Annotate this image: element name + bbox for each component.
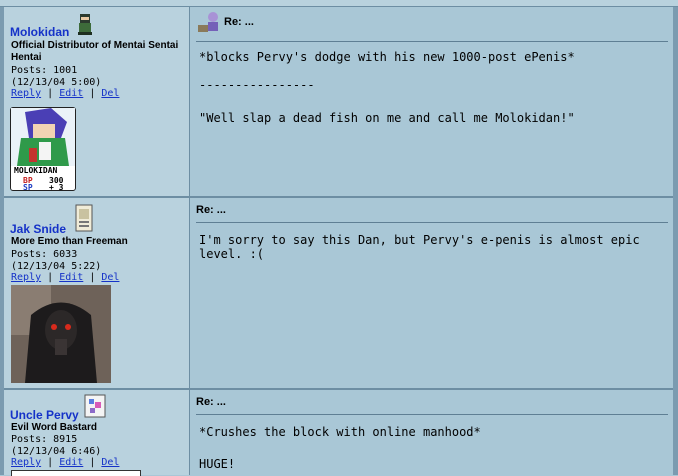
subject-divider bbox=[196, 414, 668, 415]
post-actions: Reply | Edit | Del bbox=[11, 88, 119, 99]
post-content: Re: ... *blocks Pervy's dodge with his n… bbox=[190, 7, 673, 196]
reply-link[interactable]: Reply bbox=[11, 272, 41, 283]
post-content: Re: ... *Crushes the block with online m… bbox=[190, 390, 673, 475]
user-title: More Emo than Freeman bbox=[11, 236, 128, 247]
subject-divider bbox=[196, 222, 668, 223]
avatar: MOLOKIDAN BP 300 SP + 3 bbox=[10, 107, 76, 192]
user-title: Official Distributor of Mentai Sentai He… bbox=[11, 40, 179, 63]
edit-link[interactable]: Edit bbox=[59, 272, 83, 283]
post-count: Posts: 8915 bbox=[11, 434, 78, 445]
action-separator: | bbox=[47, 457, 54, 468]
thread-top-rule bbox=[0, 0, 678, 7]
rank-ninja-icon bbox=[78, 14, 92, 35]
post-subject: Re: ... bbox=[224, 16, 254, 28]
user-title: Evil Word Bastard bbox=[11, 422, 97, 433]
action-separator: | bbox=[89, 272, 96, 283]
avatar-masked-figure-image bbox=[11, 285, 111, 383]
post-body-line: "Well slap a dead fish on me and call me… bbox=[199, 111, 575, 125]
username-link[interactable]: Jak Snide bbox=[10, 222, 66, 236]
post-body-line: I'm sorry to say this Dan, but Pervy's e… bbox=[199, 233, 647, 261]
reply-link[interactable]: Reply bbox=[11, 457, 41, 468]
card-sp-value: + 3 bbox=[49, 183, 64, 192]
delete-link[interactable]: Del bbox=[101, 272, 119, 283]
reply-link[interactable]: Reply bbox=[11, 88, 41, 99]
post-body-line: *blocks Pervy's dodge with his new 1000-… bbox=[199, 50, 575, 64]
forum-thread: Molokidan Official Distributor of Mentai… bbox=[0, 0, 678, 476]
post-count: Posts: 1001 bbox=[11, 65, 78, 76]
post-row: Molokidan Official Distributor of Mentai… bbox=[4, 7, 673, 196]
post-actions: Reply | Edit | Del bbox=[11, 272, 119, 283]
avatar bbox=[11, 285, 111, 383]
post-body-line: ---------------- bbox=[199, 78, 315, 92]
post-row: Jak Snide More Emo than Freeman Posts: 6… bbox=[4, 198, 673, 388]
subject-divider bbox=[196, 41, 668, 42]
post-row: Uncle Pervy Evil Word Bastard Posts: 891… bbox=[4, 390, 673, 476]
post-author-panel: Molokidan Official Distributor of Mentai… bbox=[4, 7, 190, 196]
post-author-panel: Jak Snide More Emo than Freeman Posts: 6… bbox=[4, 198, 190, 388]
avatar-character-image bbox=[11, 108, 75, 166]
rank-document-icon bbox=[84, 394, 106, 418]
post-subject: Re: ... bbox=[196, 396, 226, 408]
edit-link[interactable]: Edit bbox=[59, 88, 83, 99]
action-separator: | bbox=[89, 88, 96, 99]
delete-link[interactable]: Del bbox=[101, 88, 119, 99]
action-separator: | bbox=[89, 457, 96, 468]
post-subject: Re: ... bbox=[196, 204, 226, 216]
post-count: Posts: 6033 bbox=[11, 249, 78, 260]
post-body-line: *Crushes the block with online manhood* bbox=[199, 425, 481, 439]
post-author-panel: Uncle Pervy Evil Word Bastard Posts: 891… bbox=[4, 390, 190, 476]
post-icon bbox=[198, 12, 218, 32]
username-link[interactable]: Uncle Pervy bbox=[10, 408, 79, 422]
post-content: Re: ... I'm sorry to say this Dan, but P… bbox=[190, 198, 673, 388]
edit-link[interactable]: Edit bbox=[59, 457, 83, 468]
post-body-line: HUGE! bbox=[199, 457, 236, 471]
action-separator: | bbox=[47, 272, 54, 283]
avatar bbox=[11, 470, 141, 476]
action-separator: | bbox=[47, 88, 54, 99]
card-name: MOLOKIDAN bbox=[14, 166, 58, 175]
delete-link[interactable]: Del bbox=[101, 457, 119, 468]
post-actions: Reply | Edit | Del bbox=[11, 457, 119, 468]
username-link[interactable]: Molokidan bbox=[10, 25, 69, 39]
rank-scroll-icon bbox=[75, 204, 93, 232]
card-sp-label: SP bbox=[23, 183, 33, 192]
